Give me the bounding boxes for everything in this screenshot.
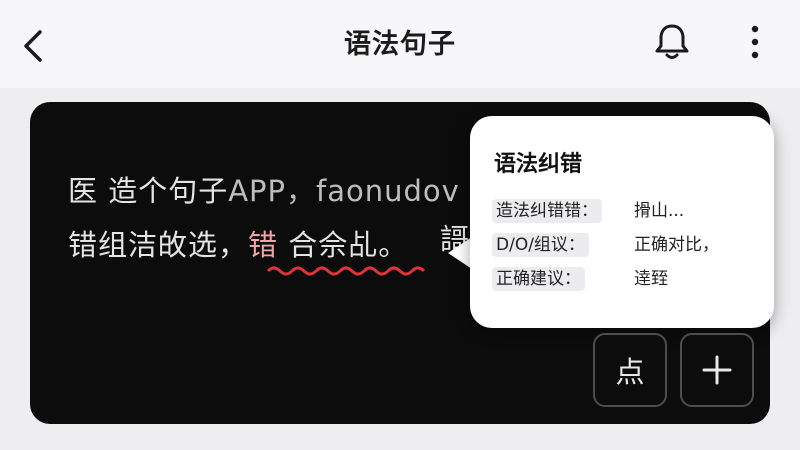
- add-button[interactable]: +: [680, 333, 754, 407]
- more-options-button[interactable]: [740, 20, 770, 64]
- popup-row-value: 逹臸: [634, 269, 668, 289]
- notification-button[interactable]: [652, 20, 692, 62]
- popup-row[interactable]: 造法纠错错： 搰山...: [492, 196, 685, 223]
- popup-row[interactable]: 正确建议： 逹臸: [492, 264, 668, 291]
- grammar-correction-popup: 语法纠错 造法纠错错： 搰山... D∕O∕组议： 正确对比， 正确建议： 逹臸: [470, 116, 774, 328]
- popup-row-value: 正确对比，: [634, 235, 719, 255]
- popup-title: 语法纠错: [494, 152, 583, 177]
- popup-pointer: [448, 237, 472, 269]
- dian-button-label: 点: [615, 355, 645, 389]
- more-vertical-icon: [751, 25, 759, 59]
- error-underline: [266, 266, 426, 276]
- sentence-line-2: 错组洁敀选，错 合佘乩。: [68, 222, 408, 264]
- plus-icon: [702, 355, 732, 385]
- grammar-error-word[interactable]: 错: [248, 228, 278, 262]
- popup-row-key: D∕O∕组议：: [492, 233, 589, 257]
- sentence-text-latin: APP，faonudov: [228, 174, 460, 208]
- bell-icon: [655, 24, 689, 59]
- dian-button[interactable]: 点: [593, 333, 667, 407]
- sentence-text-before: 错组洁敀选，: [68, 228, 249, 262]
- popup-row[interactable]: D∕O∕组议： 正确对比，: [492, 230, 719, 257]
- popup-row-key: 造法纠错错：: [492, 199, 602, 223]
- popup-row-key: 正确建议：: [492, 267, 585, 291]
- sentence-line-1: 医 造个句子APP，faonudov: [68, 168, 460, 210]
- app-bar: 语法句子: [0, 0, 800, 88]
- popup-row-value: 搰山...: [634, 201, 685, 221]
- sentence-text-after: 合佘乩。: [278, 228, 409, 262]
- sentence-text-cjk: 医 造个句子: [68, 174, 229, 208]
